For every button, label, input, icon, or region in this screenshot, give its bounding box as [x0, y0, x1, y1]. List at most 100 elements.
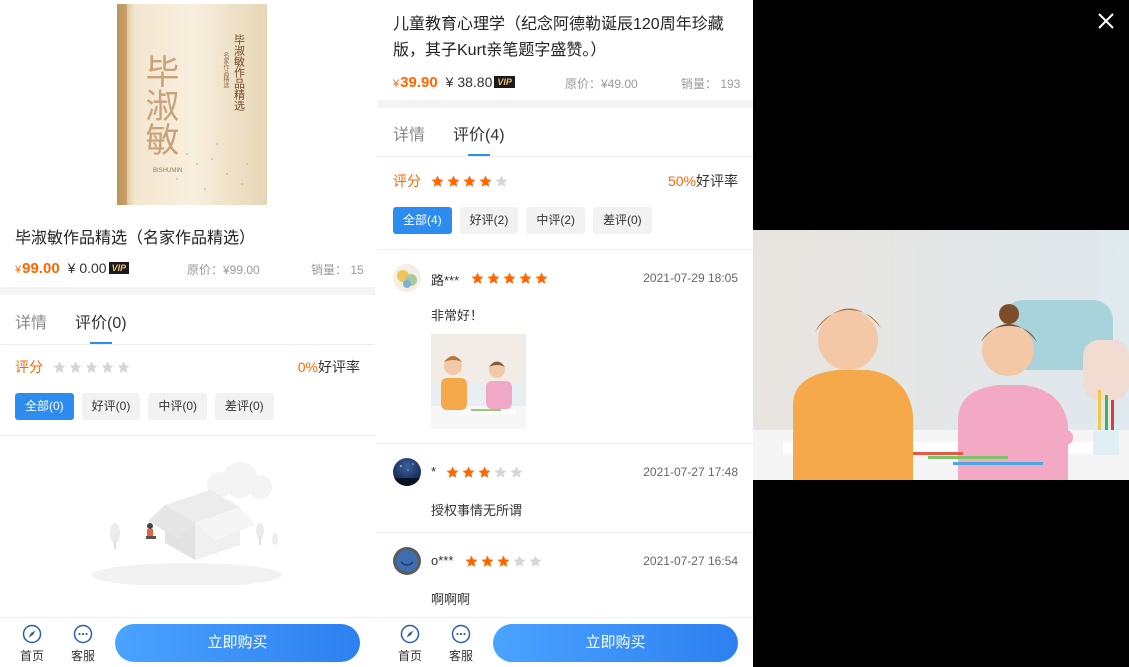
service-label: 客服 — [70, 649, 95, 663]
star-filled-icon — [446, 466, 459, 478]
vip-price: ¥ 0.00 — [67, 260, 107, 276]
close-icon[interactable] — [1097, 12, 1115, 30]
review-date: 2021-07-27 16:54 — [643, 554, 738, 568]
reviewer-name: 路*** — [431, 273, 460, 288]
review-text: 授权事情无所谓 — [431, 503, 523, 518]
star-empty-icon — [53, 361, 66, 373]
star-filled-icon — [481, 555, 494, 567]
star-filled-icon — [497, 555, 510, 567]
star-filled-icon — [478, 466, 491, 478]
review-stars — [446, 466, 523, 479]
sales-count: 销量： 15 — [311, 263, 364, 277]
reviewer-avatar — [393, 458, 421, 486]
review-photo-thumbnail[interactable] — [431, 334, 526, 429]
divider — [0, 435, 375, 436]
compass-icon — [22, 624, 42, 644]
rating-stars — [53, 361, 130, 374]
filter-medium[interactable]: 中评(2) — [526, 207, 586, 234]
price-row: ¥39.90 ¥ 38.80 VIP — [393, 72, 515, 92]
section-divider — [0, 287, 375, 295]
star-filled-icon — [503, 272, 516, 284]
star-empty-icon — [529, 555, 542, 567]
tab-details[interactable]: 详情 — [393, 121, 425, 145]
star-filled-icon — [471, 272, 484, 284]
star-filled-icon — [431, 175, 444, 187]
review-filters: 全部(4) 好评(2) 中评(2) 差评(0) — [393, 207, 652, 234]
star-filled-icon — [463, 175, 476, 187]
home-label: 首页 — [19, 649, 44, 663]
good-rate: 0%好评率 — [297, 359, 360, 375]
review-stars — [471, 272, 548, 285]
customer-service-button[interactable]: 客服 — [68, 624, 98, 664]
tab-active-indicator — [90, 342, 112, 344]
chat-icon — [451, 624, 471, 644]
tab-reviews[interactable]: 评价(0) — [75, 309, 127, 333]
rating-row: 评分 50%好评率 — [393, 171, 738, 191]
filter-good[interactable]: 好评(2) — [459, 207, 519, 234]
star-empty-icon — [85, 361, 98, 373]
cover-title-small: 毕淑敏作品精选 — [233, 34, 246, 111]
star-empty-icon — [495, 175, 508, 187]
cover-subtitle: 名家作品精选 — [222, 51, 229, 89]
reviewer-avatar — [393, 264, 421, 292]
buy-now-button[interactable]: 立即购买 — [493, 624, 738, 662]
filter-bad[interactable]: 差评(0) — [593, 207, 652, 234]
filter-bad[interactable]: 差评(0) — [215, 393, 274, 420]
book-cover-image: 毕淑敏 毕淑敏作品精选 名家作品精选 BISHUMIN — [117, 4, 267, 205]
star-filled-icon — [487, 272, 500, 284]
product-title: 毕淑敏作品精选（名家作品精选） — [15, 230, 256, 247]
star-filled-icon — [519, 272, 532, 284]
product-panel-right: 儿童教育心理学（纪念阿德勒诞辰120周年珍藏版，其子Kurt亲笔题字盛赞。） ¥… — [378, 0, 753, 667]
original-price: 原价：¥49.00 — [565, 77, 638, 91]
reviewer-name: o*** — [431, 553, 454, 568]
home-button[interactable]: 首页 — [17, 624, 47, 664]
good-rate: 50%好评率 — [667, 173, 738, 189]
cover-title-big: 毕淑敏 — [139, 54, 179, 156]
sales-count: 销量： 193 — [681, 77, 741, 91]
review-item: o*** 2021-07-27 16:54 啊啊啊 — [378, 533, 753, 623]
empty-box-illustration — [92, 462, 282, 585]
price-row: ¥99.00 ¥ 0.00 VIP — [15, 258, 130, 278]
rating-label: 评分 — [393, 173, 421, 189]
reviewer-avatar — [393, 547, 421, 575]
tab-details[interactable]: 详情 — [15, 309, 47, 333]
image-lightbox — [753, 0, 1129, 667]
filter-all[interactable]: 全部(4) — [393, 207, 452, 234]
star-filled-icon — [479, 175, 492, 187]
rating-label: 评分 — [15, 359, 43, 375]
star-empty-icon — [69, 361, 82, 373]
review-filters: 全部(0) 好评(0) 中评(0) 差评(0) — [15, 393, 274, 420]
star-empty-icon — [101, 361, 114, 373]
tab-bar: 详情 评价(4) — [378, 107, 753, 157]
product-title: 儿童教育心理学（纪念阿德勒诞辰120周年珍藏版，其子Kurt亲笔题字盛赞。） — [393, 16, 724, 59]
review-date: 2021-07-29 18:05 — [643, 271, 738, 285]
tab-reviews[interactable]: 评价(4) — [453, 121, 505, 145]
bottom-action-bar: 首页 客服 立即购买 — [378, 617, 753, 667]
home-button[interactable]: 首页 — [395, 624, 425, 664]
vip-price: ¥ 38.80 — [445, 74, 493, 90]
product-panel-left: 毕淑敏 毕淑敏作品精选 名家作品精选 BISHUMIN 毕淑敏作品精选（名家作品… — [0, 0, 375, 667]
rating-row: 评分 0%好评率 — [15, 357, 360, 377]
customer-service-button[interactable]: 客服 — [446, 624, 476, 664]
buy-now-button[interactable]: 立即购买 — [115, 624, 360, 662]
review-item: 路*** 2021-07-29 18:05 非常好！ — [378, 250, 753, 445]
filter-all[interactable]: 全部(0) — [15, 393, 74, 420]
app-root: 毕淑敏 毕淑敏作品精选 名家作品精选 BISHUMIN 毕淑敏作品精选（名家作品… — [0, 0, 1129, 667]
review-text: 非常好！ — [431, 308, 484, 323]
home-label: 首页 — [397, 649, 422, 663]
star-empty-icon — [513, 555, 526, 567]
review-date: 2021-07-27 17:48 — [643, 465, 738, 479]
star-empty-icon — [117, 361, 130, 373]
star-filled-icon — [535, 272, 548, 284]
current-price: ¥39.90 — [393, 73, 438, 91]
filter-medium[interactable]: 中评(0) — [148, 393, 208, 420]
vip-badge: VIP — [494, 76, 515, 88]
review-item: * 2021-07-27 17:48 授权事情无所谓 — [378, 444, 753, 534]
rating-stars — [431, 175, 508, 188]
star-empty-icon — [510, 466, 523, 478]
star-filled-icon — [447, 175, 460, 187]
lightbox-photo — [753, 230, 1129, 480]
reviewer-name: * — [431, 464, 437, 479]
compass-icon — [400, 624, 420, 644]
filter-good[interactable]: 好评(0) — [81, 393, 141, 420]
